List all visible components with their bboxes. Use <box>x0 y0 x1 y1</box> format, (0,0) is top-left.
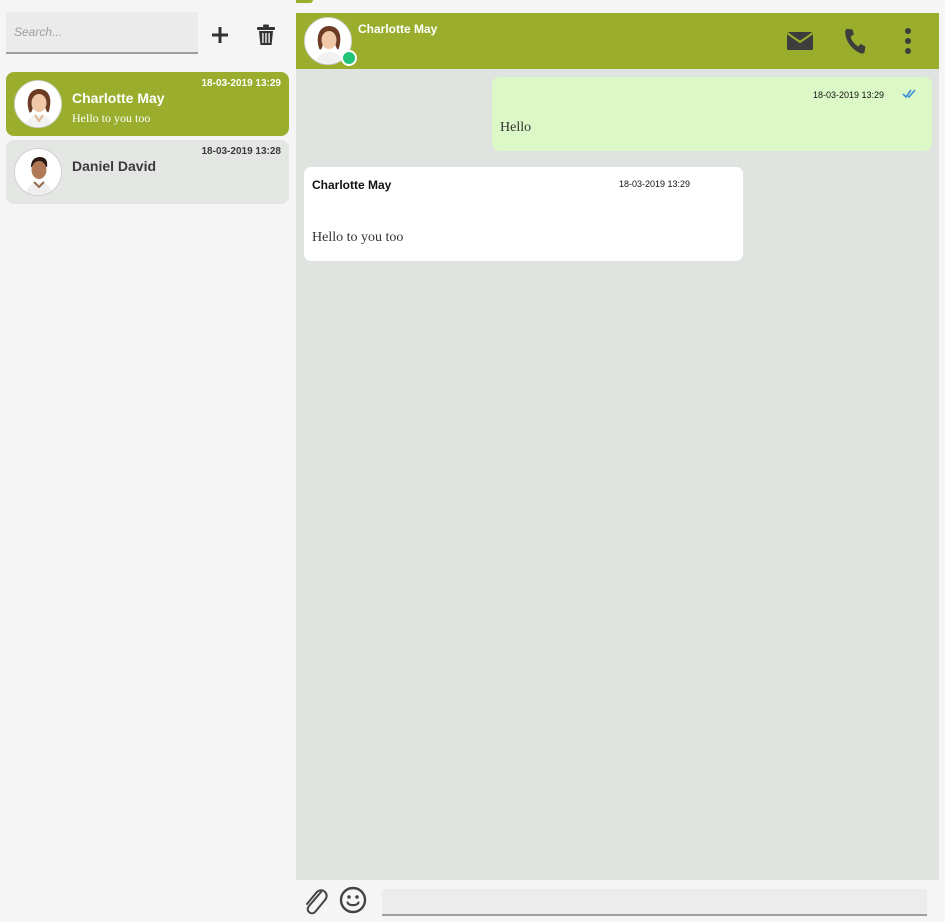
contact-time: 18-03-2019 13:29 <box>201 78 281 89</box>
more-options-button[interactable] <box>892 27 924 55</box>
search-box <box>6 12 198 54</box>
chat-contact-name: Charlotte May <box>358 22 438 36</box>
conversation-item-charlotte-may[interactable]: Charlotte May 18-03-2019 13:29 Hello to … <box>6 72 289 136</box>
contact-time: 18-03-2019 13:28 <box>201 146 281 157</box>
attach-file-button[interactable] <box>300 886 330 916</box>
emoji-button[interactable] <box>338 885 368 915</box>
message-list: 18-03-2019 13:29 Hello Charlotte May 18-… <box>296 69 939 880</box>
phone-icon <box>845 28 866 54</box>
message-input[interactable] <box>382 889 927 916</box>
conversation-item-daniel-david[interactable]: Daniel David 18-03-2019 13:28 <box>6 140 289 204</box>
message-composer <box>296 880 945 922</box>
delete-conversation-button[interactable] <box>252 20 280 50</box>
contact-name: Charlotte May <box>72 90 165 106</box>
trash-icon <box>257 24 275 45</box>
avatar-man-image <box>15 149 61 195</box>
message-text: Hello <box>500 120 532 135</box>
mail-icon <box>786 32 814 50</box>
search-input[interactable] <box>6 12 198 52</box>
plus-icon <box>212 27 228 43</box>
contact-last-message: Hello to you too <box>72 111 151 125</box>
message-time: 18-03-2019 13:29 <box>619 179 691 189</box>
message-sender: Charlotte May <box>312 178 392 192</box>
read-receipt-icon <box>902 89 916 99</box>
conversation-sidebar: Charlotte May 18-03-2019 13:29 Hello to … <box>0 0 296 922</box>
email-button[interactable] <box>784 27 816 55</box>
avatar <box>14 148 62 196</box>
more-vertical-icon <box>905 28 911 54</box>
incoming-message: Charlotte May 18-03-2019 13:29 Hello to … <box>304 167 743 261</box>
message-time: 18-03-2019 13:29 <box>812 90 884 100</box>
message-text: Hello to you too <box>312 230 404 245</box>
contact-name: Daniel David <box>72 158 157 174</box>
online-status-indicator <box>341 50 357 66</box>
avatar-woman-image <box>15 81 61 127</box>
call-button[interactable] <box>839 27 871 55</box>
avatar <box>14 80 62 128</box>
emoji-icon <box>339 886 367 914</box>
outgoing-message: 18-03-2019 13:29 Hello <box>492 77 932 151</box>
add-conversation-button[interactable] <box>206 20 234 50</box>
chat-header: Charlotte May <box>296 13 939 69</box>
paperclip-icon <box>306 889 328 915</box>
